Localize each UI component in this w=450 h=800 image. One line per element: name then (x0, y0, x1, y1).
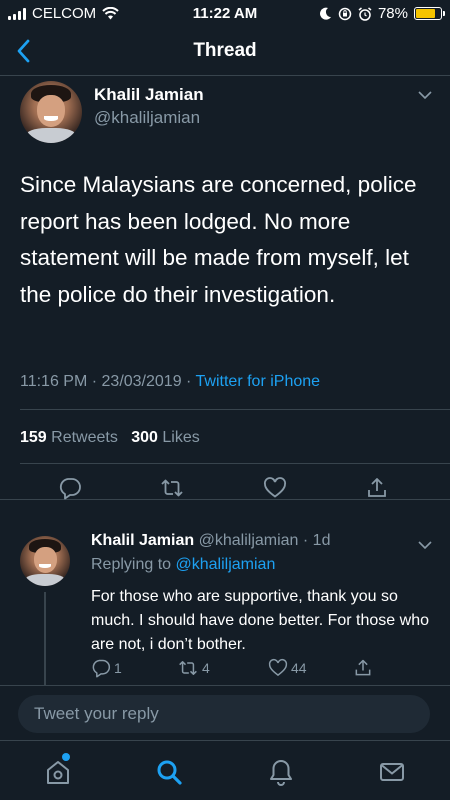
tweet-stats: 159 Retweets 300 Likes (20, 429, 200, 447)
avatar[interactable] (20, 536, 70, 586)
battery-fill (416, 9, 435, 18)
battery-percent: 78% (377, 5, 408, 22)
divider (20, 463, 450, 464)
battery-icon (414, 7, 445, 20)
status-bar: CELCOM 11:22 AM 78% (0, 0, 450, 26)
author-name[interactable]: Khalil Jamian (91, 532, 194, 549)
chevron-down-icon[interactable] (418, 540, 432, 550)
nav-bar: Thread (0, 26, 450, 76)
divider (20, 409, 450, 410)
reply-tweet[interactable]: Khalil Jamian @khaliljamian · 1d Replyin… (0, 500, 450, 685)
compose-bar (0, 685, 450, 740)
author-handle[interactable]: @khaliljamian (94, 108, 200, 128)
page-title: Thread (193, 40, 257, 61)
reply-icon (92, 659, 111, 678)
likes-count[interactable]: 300 (131, 429, 158, 446)
tweet-meta: 11:16 PM · 23/03/2019 · Twitter for iPho… (20, 373, 320, 391)
reply-actions: 1 4 44 (91, 658, 411, 680)
status-right: 78% (319, 5, 445, 22)
home-icon (47, 761, 69, 784)
reply-count: 1 (114, 660, 122, 676)
bell-icon (270, 760, 292, 786)
avatar[interactable] (20, 81, 82, 143)
retweet-icon[interactable] (160, 476, 184, 500)
retweets-label[interactable]: Retweets (51, 429, 118, 446)
tab-search[interactable] (154, 757, 184, 787)
author-name[interactable]: Khalil Jamian (94, 85, 204, 105)
chevron-down-icon[interactable] (418, 90, 432, 100)
moon-icon (319, 7, 331, 20)
retweets-count[interactable]: 159 (20, 429, 47, 446)
tweet-source[interactable]: Twitter for iPhone (196, 373, 321, 390)
retweet-icon (179, 661, 197, 675)
retweet-action[interactable]: 4 (177, 658, 210, 678)
author-handle[interactable]: @khaliljamian (199, 532, 299, 549)
reply-input[interactable] (18, 695, 430, 733)
tab-notifications[interactable] (266, 757, 296, 787)
reply-action[interactable]: 1 (91, 658, 122, 678)
share-icon[interactable] (353, 658, 373, 678)
tab-messages[interactable] (377, 757, 407, 787)
thread-line (44, 592, 46, 685)
rotation-lock-icon (338, 7, 352, 20)
heart-icon (268, 658, 288, 677)
retweet-count: 4 (202, 660, 210, 676)
tab-home[interactable] (43, 757, 73, 787)
replying-to-mention[interactable]: @khaliljamian (176, 556, 276, 573)
tab-bar (0, 740, 450, 800)
replying-to-label: Replying to (91, 556, 172, 573)
tweet-timestamp: 11:16 PM · 23/03/2019 · (20, 373, 196, 390)
replying-to: Replying to @khaliljamian (91, 556, 275, 574)
tweet-text: Since Malaysians are concerned, police r… (20, 172, 417, 307)
mail-icon (380, 763, 404, 781)
likes-label[interactable]: Likes (162, 429, 199, 446)
alarm-icon (358, 6, 372, 21)
tweet-time: · 1d (302, 532, 331, 549)
main-tweet: Khalil Jamian @khaliljamian Since Malays… (0, 76, 450, 500)
like-count: 44 (291, 660, 307, 676)
search-icon (157, 760, 182, 785)
reply-header: Khalil Jamian @khaliljamian · 1d (91, 532, 330, 550)
heart-icon[interactable] (263, 476, 287, 500)
share-icon[interactable] (365, 476, 389, 500)
reply-icon[interactable] (58, 476, 82, 500)
notification-dot (62, 753, 70, 761)
like-action[interactable]: 44 (268, 658, 307, 678)
reply-text: For those who are supportive, thank you … (91, 588, 429, 653)
